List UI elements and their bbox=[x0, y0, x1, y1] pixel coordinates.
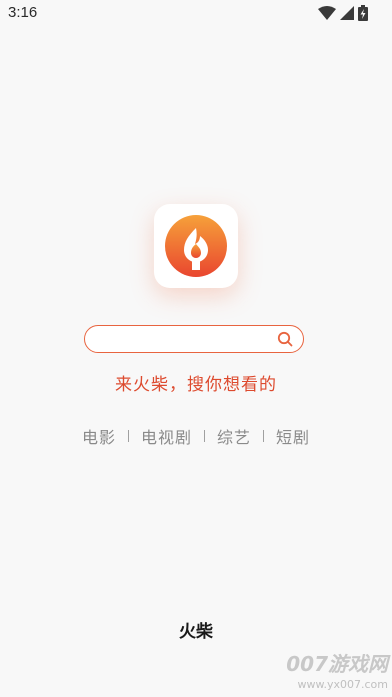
battery-charging-icon bbox=[358, 5, 368, 21]
app-logo bbox=[154, 204, 238, 288]
status-icons bbox=[318, 5, 368, 21]
divider bbox=[127, 430, 129, 442]
status-bar: 3:16 bbox=[0, 0, 392, 28]
category-short-drama[interactable]: 短剧 bbox=[276, 424, 310, 448]
divider bbox=[263, 430, 265, 442]
category-tv-series[interactable]: 电视剧 bbox=[141, 424, 192, 448]
slogan: 来火柴，搜你想看的 bbox=[115, 375, 277, 395]
wifi-icon bbox=[318, 6, 336, 20]
watermark-url: www.yx007.com bbox=[297, 678, 388, 691]
category-variety[interactable]: 综艺 bbox=[217, 424, 251, 448]
signal-icon bbox=[340, 6, 354, 20]
category-links: 电影 电视剧 综艺 短剧 bbox=[0, 424, 392, 448]
status-time: 3:16 bbox=[8, 4, 38, 21]
divider bbox=[204, 430, 205, 442]
brand-name: 火柴 bbox=[179, 622, 213, 642]
watermark: 007游戏网 www.yx007.com bbox=[272, 652, 388, 692]
flame-icon bbox=[165, 215, 227, 277]
search-input[interactable] bbox=[97, 326, 271, 353]
watermark-title: 007游戏网 bbox=[286, 652, 388, 676]
search-icon[interactable] bbox=[277, 331, 293, 347]
search-box[interactable] bbox=[84, 325, 304, 353]
category-movies[interactable]: 电影 bbox=[82, 424, 116, 448]
